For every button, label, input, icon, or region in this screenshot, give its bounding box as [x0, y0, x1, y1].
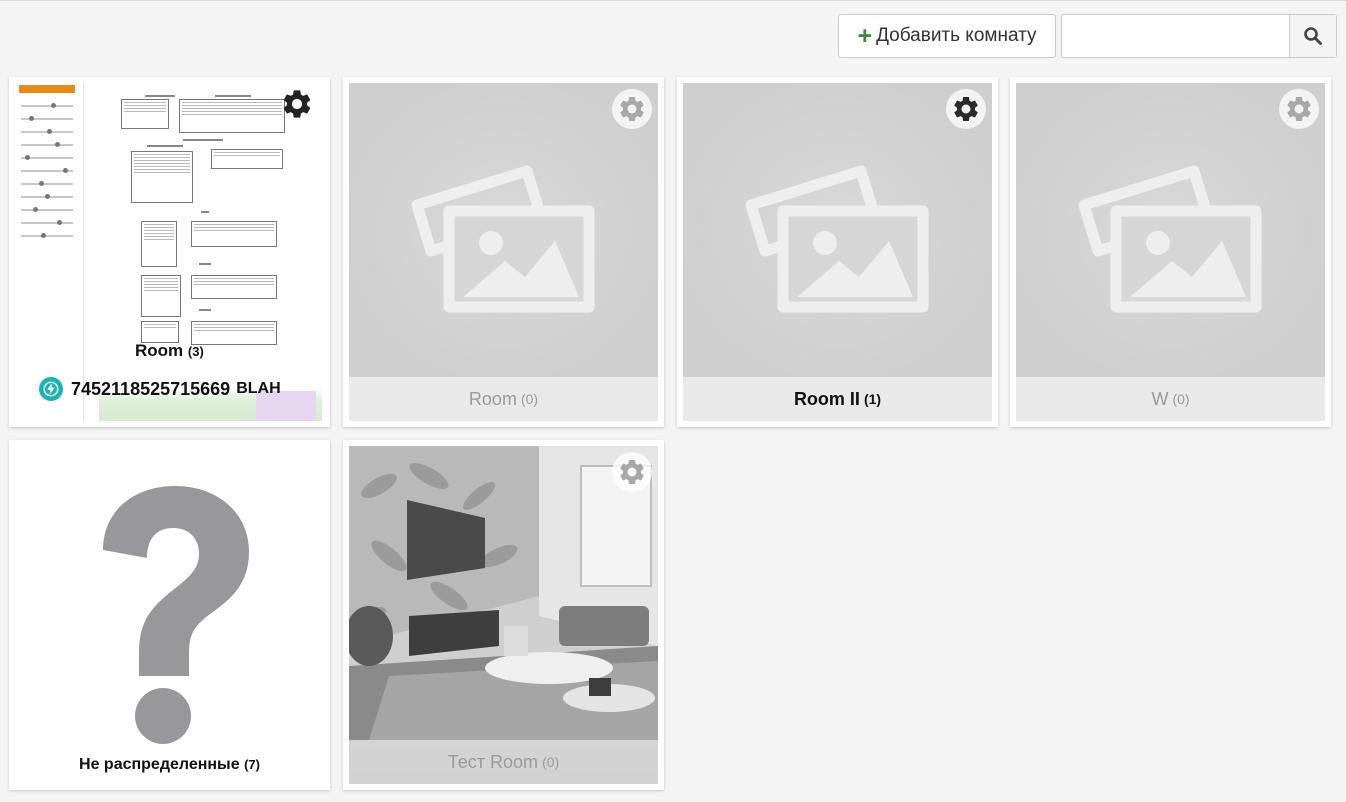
room-photo — [349, 446, 658, 784]
search-input[interactable] — [1062, 15, 1289, 57]
plus-icon: + — [857, 21, 873, 50]
gear-icon[interactable] — [946, 89, 986, 129]
unassigned-label: Не распределенные (7) — [79, 756, 260, 773]
thumbnail-sliders — [19, 85, 75, 240]
device-reading[interactable]: 7452118525715669 BLAH — [39, 377, 281, 401]
gear-icon[interactable] — [612, 452, 652, 492]
search-button[interactable] — [1289, 15, 1336, 57]
gear-icon[interactable] — [280, 87, 314, 121]
search-box — [1061, 14, 1337, 58]
room-card[interactable]: Room II (1) — [677, 77, 998, 427]
question-mark-icon — [103, 486, 249, 744]
room-title: Room (3) — [135, 341, 204, 360]
room-caption: Room II (1) — [683, 377, 992, 421]
image-placeholder-icon — [411, 165, 594, 313]
add-room-button[interactable]: + Добавить комнату — [838, 14, 1056, 58]
room-caption: Room (0) — [349, 377, 658, 421]
device-value: 7452118525715669 — [71, 378, 231, 399]
gear-icon[interactable] — [612, 89, 652, 129]
lightning-icon — [39, 377, 63, 401]
gear-icon[interactable] — [1279, 89, 1319, 129]
image-placeholder-icon — [1078, 165, 1261, 313]
room-caption: Тест Room (0) — [349, 740, 658, 784]
device-unit: BLAH — [236, 380, 281, 397]
search-icon — [1304, 27, 1322, 45]
room-caption: W (0) — [1016, 377, 1325, 421]
unassigned-card[interactable]: Не распределенные (7) — [9, 440, 330, 790]
image-placeholder-icon — [745, 165, 928, 313]
room-photo-scene — [349, 446, 658, 740]
room-card[interactable]: Room (3) 7452118525715669 BLAH — [9, 77, 330, 427]
room-card[interactable]: Room (0) — [343, 77, 664, 427]
add-room-label: Добавить комнату — [876, 25, 1037, 46]
room-card[interactable]: W (0) — [1010, 77, 1331, 427]
room-thumbnail — [15, 83, 322, 421]
room-card[interactable]: Тест Room (0) — [343, 440, 664, 790]
